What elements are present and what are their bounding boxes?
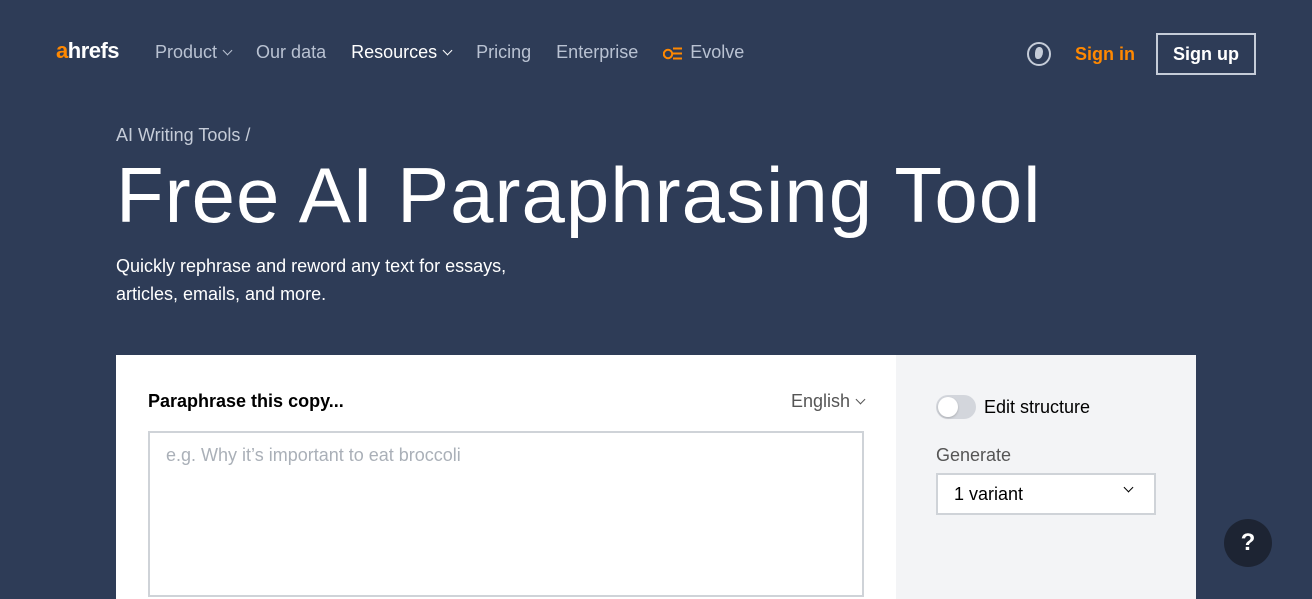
evolve-icon (663, 46, 683, 60)
page-title: Free AI Paraphrasing Tool (116, 151, 1042, 239)
edit-structure-label: Edit structure (984, 397, 1091, 417)
top-nav: ahrefs Product Our data Resources Pricin… (0, 0, 1312, 106)
variant-select[interactable]: 1 variant (936, 473, 1156, 515)
ahrefs-logo[interactable]: ahrefs (56, 38, 120, 64)
paraphrase-input-panel: Paraphrase this copy... English (116, 355, 896, 599)
options-panel: Edit structure Generate 1 variant (896, 355, 1196, 599)
paraphrase-textarea[interactable] (148, 431, 864, 597)
chevron-down-icon (855, 394, 866, 405)
toggle-knob (938, 397, 958, 417)
generate-label: Generate (936, 445, 1012, 465)
logo-a: a (56, 38, 68, 63)
globe-icon[interactable] (1027, 42, 1051, 66)
sign-up-button[interactable]: Sign up (1156, 33, 1256, 75)
breadcrumb: AI Writing Tools / (116, 125, 251, 145)
nav-item-evolve[interactable]: Evolve (663, 42, 744, 63)
edit-structure-toggle[interactable] (936, 395, 976, 419)
input-label: Paraphrase this copy... (148, 391, 344, 411)
nav-menu: Product Our data Resources Pricing Enter… (155, 42, 769, 63)
page-subtitle: Quickly rephrase and reword any text for… (116, 256, 507, 304)
chevron-down-icon (222, 45, 233, 56)
logo-text: hrefs (67, 38, 120, 63)
nav-item-enterprise[interactable]: Enterprise (556, 42, 638, 63)
nav-item-our-data[interactable]: Our data (256, 42, 326, 63)
nav-item-product[interactable]: Product (155, 42, 233, 63)
nav-item-pricing[interactable]: Pricing (476, 42, 531, 63)
language-select[interactable]: English (791, 391, 866, 412)
chevron-down-icon (1123, 482, 1134, 493)
nav-item-resources[interactable]: Resources (351, 42, 453, 63)
help-button[interactable]: ? (1224, 519, 1272, 567)
breadcrumb-ai-writing-tools[interactable]: AI Writing Tools (116, 125, 240, 145)
chevron-down-icon (442, 45, 453, 56)
sign-in-link[interactable]: Sign in (1075, 44, 1135, 65)
